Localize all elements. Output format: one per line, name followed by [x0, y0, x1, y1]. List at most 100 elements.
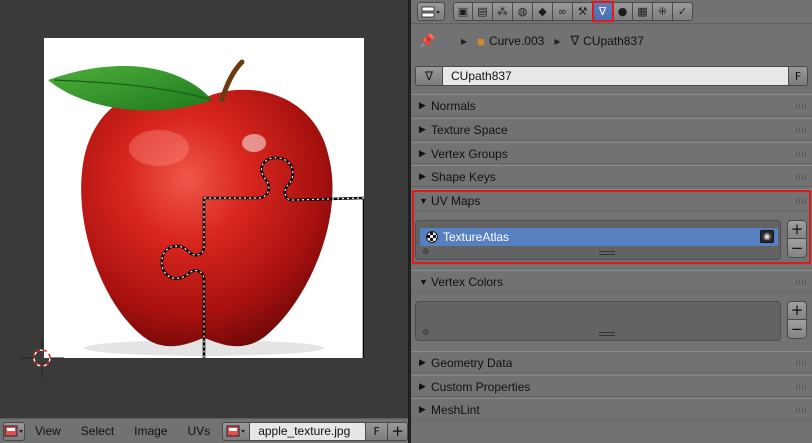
drag-grip-icon[interactable] — [796, 407, 808, 413]
blender-window: View Select Image UVs apple_texture.jpg … — [0, 0, 812, 443]
editor-type-button[interactable] — [3, 421, 25, 441]
active-render-camera-icon[interactable]: ◉ — [760, 230, 774, 243]
panel-uv-maps[interactable]: ▼ UV Maps — [411, 189, 812, 211]
drag-grip-icon[interactable] — [796, 151, 808, 157]
drag-grip-icon[interactable] — [796, 360, 808, 366]
drag-grip-icon[interactable] — [796, 279, 808, 285]
mesh-name-field[interactable]: CUpath837 — [443, 66, 789, 86]
add-uv-map-button[interactable]: + — [787, 220, 807, 239]
collapsed-arrow-icon: ▶ — [419, 357, 426, 367]
world-tab-icon[interactable]: ◍ — [513, 2, 533, 21]
menu-view[interactable]: View — [25, 419, 71, 443]
uv-image-editor: View Select Image UVs apple_texture.jpg … — [0, 0, 409, 443]
mesh-browse-icon[interactable]: ∇ — [415, 66, 443, 86]
particles-tab-icon[interactable]: ⁜ — [653, 2, 673, 21]
list-resize-handle[interactable] — [599, 251, 615, 255]
physics-tab-icon[interactable]: ✓ — [673, 2, 693, 21]
collapsed-arrow-icon: ▶ — [419, 148, 426, 158]
breadcrumb-separator-icon: ▶ — [460, 36, 468, 46]
drag-grip-icon[interactable] — [796, 127, 808, 133]
material-tab-icon[interactable]: ● — [613, 2, 633, 21]
breadcrumb-object: Curve.003 — [488, 34, 545, 48]
properties-icon — [421, 6, 440, 17]
menu-image[interactable]: Image — [124, 419, 177, 443]
remove-uv-map-button[interactable]: − — [787, 239, 807, 258]
drag-grip-icon[interactable] — [796, 103, 808, 109]
remove-vertex-color-button[interactable]: − — [787, 320, 807, 339]
panel-title: Custom Properties — [431, 379, 531, 394]
collapsed-arrow-icon: ▶ — [419, 381, 426, 391]
list-filter-icon[interactable]: ⊕ — [422, 328, 430, 338]
vertex-colors-buttons: + − — [787, 301, 807, 339]
panel-vertex-groups[interactable]: ▶ Vertex Groups — [411, 142, 812, 164]
image-name-field[interactable]: apple_texture.jpg — [250, 421, 367, 441]
pin-icon[interactable]: 📌 — [419, 33, 435, 49]
collapsed-arrow-icon: ▶ — [419, 124, 426, 134]
context-tabs: ▣ ▤ ⁂ ◍ ◆ ∞ ⚒ ∇ ● ▦ ⁜ ✓ — [453, 1, 693, 22]
image-editor-icon — [4, 425, 23, 437]
panel-meshlint[interactable]: ▶ MeshLint — [411, 398, 812, 420]
scene-tab-icon[interactable]: ⁂ — [493, 2, 513, 21]
panel-title: Normals — [431, 98, 476, 113]
image-browse-button[interactable] — [222, 421, 251, 441]
drag-grip-icon[interactable] — [796, 174, 808, 180]
uv-map-item[interactable]: TextureAtlas ◉ — [420, 228, 778, 246]
panel-vertex-colors[interactable]: ▼ Vertex Colors — [411, 270, 812, 292]
uv-maps-buttons: + − — [787, 220, 807, 258]
curve-object-icon: ◌ — [439, 33, 447, 49]
render-layers-tab-icon[interactable]: ▤ — [473, 2, 493, 21]
uv-maps-list[interactable]: TextureAtlas ◉ ⊕ — [415, 220, 781, 260]
menu-uvs[interactable]: UVs — [178, 419, 221, 443]
panel-normals[interactable]: ▶ Normals — [411, 94, 812, 116]
new-image-button[interactable]: + — [388, 421, 409, 441]
panel-title: MeshLint — [431, 402, 480, 417]
image-datablock-selector: apple_texture.jpg F + — [222, 421, 409, 441]
object-tab-icon[interactable]: ◆ — [533, 2, 553, 21]
uv-editor-header: View Select Image UVs apple_texture.jpg … — [0, 418, 409, 443]
properties-editor: ▣ ▤ ⁂ ◍ ◆ ∞ ⚒ ∇ ● ▦ ⁜ ✓ 📌 ◌ ▶ ■ Curve.00… — [411, 0, 812, 443]
panel-title: Vertex Groups — [431, 146, 508, 161]
render-tab-icon[interactable]: ▣ — [453, 2, 473, 21]
mesh-fake-user-button[interactable]: F — [789, 66, 808, 86]
list-resize-handle[interactable] — [599, 332, 615, 336]
panel-title: UV Maps — [431, 193, 481, 208]
menu-select[interactable]: Select — [71, 419, 124, 443]
mesh-datablock-selector: ∇ CUpath837 F — [415, 66, 808, 86]
texture-tab-icon[interactable]: ▦ — [633, 2, 653, 21]
mesh-data-icon: ∇ — [570, 33, 580, 48]
image-browse-icon — [226, 425, 246, 437]
panel-shape-keys[interactable]: ▶ Shape Keys — [411, 165, 812, 187]
panel-title: Shape Keys — [431, 169, 496, 184]
expanded-arrow-icon: ▼ — [419, 195, 428, 206]
drag-grip-icon[interactable] — [796, 198, 808, 204]
2d-cursor-icon[interactable] — [20, 338, 64, 378]
expanded-arrow-icon: ▼ — [419, 276, 428, 287]
apple-texture-image — [44, 38, 364, 358]
image-fake-user-button[interactable]: F — [366, 421, 389, 441]
list-filter-icon[interactable]: ⊕ — [422, 247, 430, 257]
collapsed-arrow-icon: ▶ — [419, 100, 426, 110]
properties-editor-type-button[interactable] — [417, 2, 445, 21]
breadcrumb-data: CUpath837 — [583, 34, 644, 48]
apple-illustration — [48, 59, 364, 358]
collapsed-arrow-icon: ▶ — [419, 171, 426, 181]
modifiers-tab-icon[interactable]: ⚒ — [573, 2, 593, 21]
breadcrumb: 📌 ◌ ▶ ■ Curve.003 ▶ ∇ CUpath837 — [411, 27, 812, 55]
panel-title: Geometry Data — [431, 355, 513, 370]
collapsed-arrow-icon: ▶ — [419, 404, 426, 414]
panel-custom-properties[interactable]: ▶ Custom Properties — [411, 375, 812, 397]
panel-title: Vertex Colors — [431, 274, 504, 289]
data-tab-icon[interactable]: ∇ — [592, 1, 614, 22]
panel-geometry-data[interactable]: ▶ Geometry Data — [411, 351, 812, 373]
uv-viewport[interactable] — [0, 0, 408, 418]
panel-title: Texture Space — [431, 122, 508, 137]
panel-texture-space[interactable]: ▶ Texture Space — [411, 118, 812, 140]
properties-header: ▣ ▤ ⁂ ◍ ◆ ∞ ⚒ ∇ ● ▦ ⁜ ✓ — [411, 0, 812, 24]
uv-map-name: TextureAtlas — [443, 230, 510, 244]
drag-grip-icon[interactable] — [796, 384, 808, 390]
add-vertex-color-button[interactable]: + — [787, 301, 807, 320]
object-cube-icon: ■ — [477, 33, 485, 49]
constraints-tab-icon[interactable]: ∞ — [553, 2, 573, 21]
vertex-colors-list[interactable]: ⊕ — [415, 301, 781, 341]
breadcrumb-separator-icon: ▶ — [554, 36, 561, 46]
